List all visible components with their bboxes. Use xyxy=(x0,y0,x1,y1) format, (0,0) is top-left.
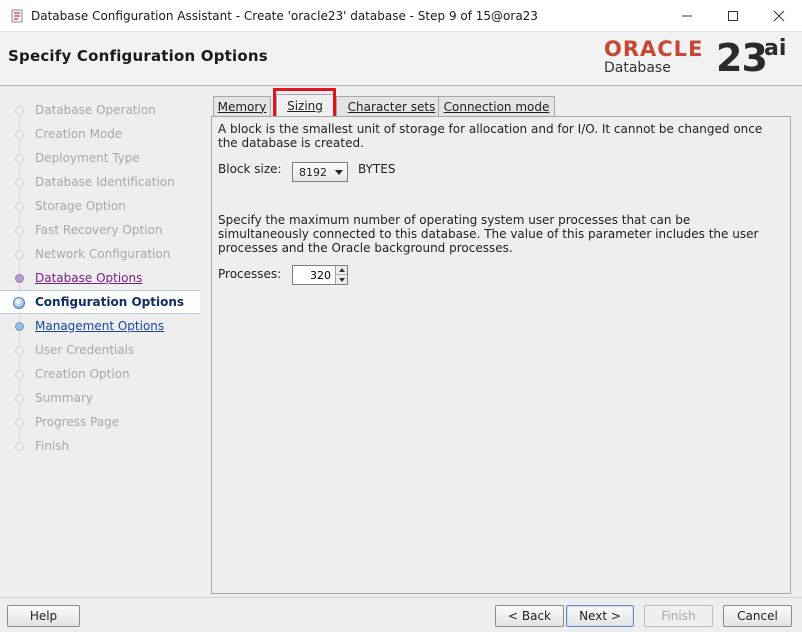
help-button[interactable]: Help xyxy=(7,605,80,627)
step-creation-option: Creation Option xyxy=(0,362,200,386)
step-network-configuration: Network Configuration xyxy=(0,242,200,266)
step-label: Fast Recovery Option xyxy=(35,223,163,237)
step-label: Storage Option xyxy=(35,199,126,213)
step-label: Summary xyxy=(35,391,93,405)
cancel-button[interactable]: Cancel xyxy=(723,605,792,627)
close-icon[interactable] xyxy=(756,0,802,32)
minimize-icon[interactable] xyxy=(664,0,710,32)
step-dot-icon xyxy=(15,322,24,331)
step-label: Management Options xyxy=(35,319,165,333)
step-deployment-type: Deployment Type xyxy=(0,146,200,170)
step-dot-icon xyxy=(15,202,24,211)
step-dot-icon xyxy=(15,274,24,283)
step-label: Configuration Options xyxy=(35,295,185,309)
logo-version: 23 xyxy=(716,36,768,80)
step-label: Finish xyxy=(35,439,70,453)
step-dot-icon xyxy=(15,418,24,427)
tab-sizing[interactable]: Sizing xyxy=(276,94,334,117)
tab-character-sets[interactable]: Character sets xyxy=(336,96,447,116)
next-button[interactable]: Next > xyxy=(566,605,634,627)
step-dot-icon xyxy=(15,226,24,235)
step-dot-icon xyxy=(15,394,24,403)
step-label: User Credentials xyxy=(35,343,135,357)
step-summary: Summary xyxy=(0,386,200,410)
step-storage-option: Storage Option xyxy=(0,194,200,218)
step-label: Database Identification xyxy=(35,175,175,189)
tab-label: Character sets xyxy=(347,99,436,114)
maximize-icon[interactable] xyxy=(710,0,756,32)
logo-product: Database xyxy=(604,60,671,76)
step-finish: Finish xyxy=(0,434,200,458)
page-title: Specify Configuration Options xyxy=(8,47,268,65)
tab-label: Sizing xyxy=(287,99,323,113)
step-label: Database Options xyxy=(35,271,143,285)
step-label: Progress Page xyxy=(35,415,120,429)
tab-label: Memory xyxy=(217,99,267,114)
step-dot-icon xyxy=(15,346,24,355)
step-label: Creation Mode xyxy=(35,127,123,141)
block-size-select[interactable]: 8192 xyxy=(292,162,348,182)
steps-sidebar: Database Operation Creation Mode Deploymen… xyxy=(0,87,201,592)
footer-divider xyxy=(0,597,802,598)
block-size-label: Block size: xyxy=(218,162,282,176)
step-management-options[interactable]: Management Options xyxy=(0,314,200,338)
logo-suffix: ai xyxy=(764,36,787,61)
step-fast-recovery-option: Fast Recovery Option xyxy=(0,218,200,242)
step-database-identification: Database Identification xyxy=(0,170,200,194)
processes-stepper[interactable] xyxy=(292,265,348,285)
tab-connection-mode[interactable]: Connection mode xyxy=(438,96,555,116)
step-label: Creation Option xyxy=(35,367,130,381)
tab-label: Connection mode xyxy=(443,99,550,114)
step-dot-icon xyxy=(13,297,25,309)
step-progress-page: Progress Page xyxy=(0,410,200,434)
step-creation-mode: Creation Mode xyxy=(0,122,200,146)
block-size-description: A block is the smallest unit of storage … xyxy=(218,122,763,150)
step-label: Deployment Type xyxy=(35,151,140,165)
block-size-unit: BYTES xyxy=(358,162,396,176)
step-dot-icon xyxy=(15,106,24,115)
block-size-value: 8192 xyxy=(299,165,327,179)
step-user-credentials: User Credentials xyxy=(0,338,200,362)
step-database-operation: Database Operation xyxy=(0,98,200,122)
step-dot-icon xyxy=(15,250,24,259)
step-dot-icon xyxy=(15,442,24,451)
page-header: Specify Configuration Options ORACLE Dat… xyxy=(0,32,802,86)
window-title: Database Configuration Assistant - Creat… xyxy=(31,8,538,23)
logo-brand: ORACLE xyxy=(604,37,704,61)
sizing-panel xyxy=(211,116,791,594)
chevron-down-icon xyxy=(335,170,343,175)
window-titlebar: Database Configuration Assistant - Creat… xyxy=(0,0,802,32)
oracle-logo: ORACLE Database 23 ai xyxy=(602,36,798,82)
processes-input[interactable] xyxy=(293,266,335,284)
tab-memory[interactable]: Memory xyxy=(213,96,271,116)
increment-icon[interactable] xyxy=(336,266,347,275)
step-dot-icon xyxy=(15,178,24,187)
step-label: Network Configuration xyxy=(35,247,171,261)
finish-button[interactable]: Finish xyxy=(644,605,713,627)
decrement-icon[interactable] xyxy=(336,275,347,284)
step-label: Database Operation xyxy=(35,103,156,117)
processes-description: Specify the maximum number of operating … xyxy=(218,213,759,255)
step-dot-icon xyxy=(15,130,24,139)
step-dot-icon xyxy=(15,370,24,379)
step-dot-icon xyxy=(15,154,24,163)
step-database-options[interactable]: Database Options xyxy=(0,266,200,290)
processes-label: Processes: xyxy=(218,267,282,281)
step-configuration-options: Configuration Options xyxy=(0,290,200,314)
back-button[interactable]: < Back xyxy=(495,605,564,627)
app-icon xyxy=(9,8,25,24)
